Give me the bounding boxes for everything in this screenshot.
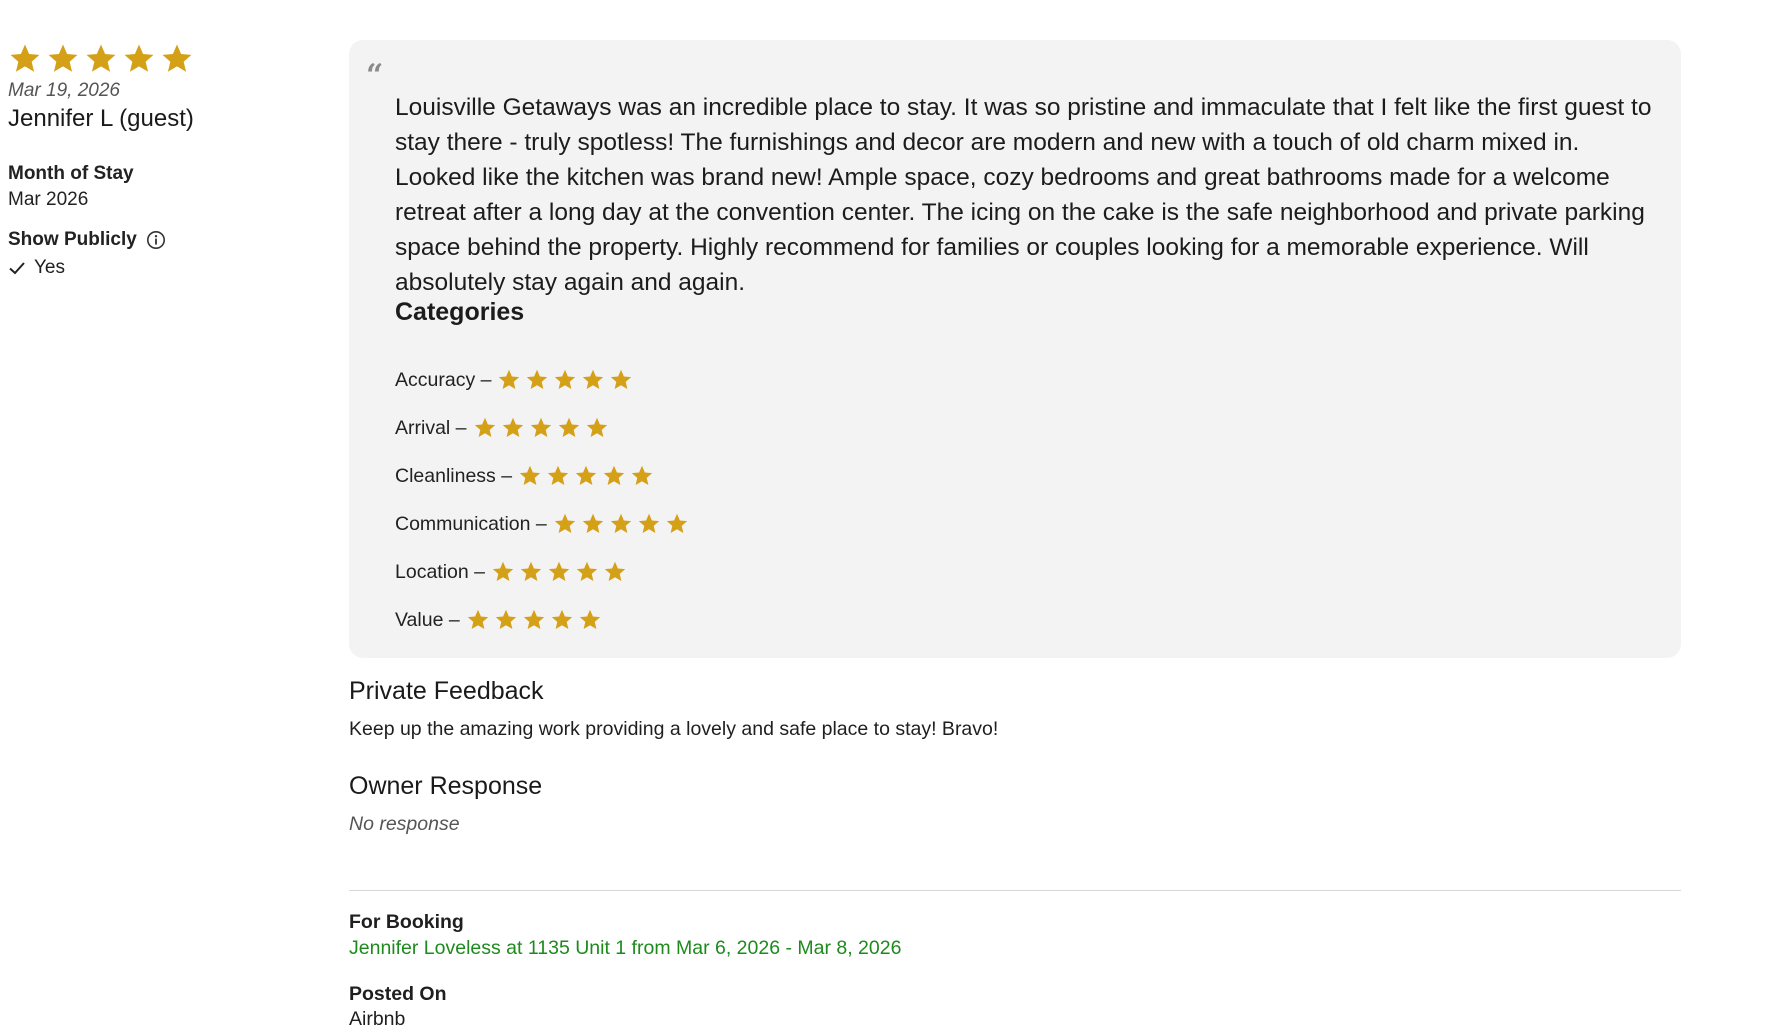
star-icon xyxy=(586,417,607,437)
category-rating-stars xyxy=(518,464,654,488)
star-icon xyxy=(551,609,572,629)
star-icon xyxy=(520,561,542,581)
star-icon xyxy=(499,369,520,389)
star-icon xyxy=(638,513,659,533)
star-icon xyxy=(527,369,548,389)
category-rating-stars xyxy=(497,368,633,392)
categories-title: Categories xyxy=(395,298,525,326)
star-icon xyxy=(519,465,541,485)
star-icon xyxy=(492,561,514,581)
star-icon xyxy=(474,417,495,437)
category-rating-stars xyxy=(466,608,602,632)
star-icon xyxy=(666,513,687,533)
category-label: Accuracy – xyxy=(395,368,492,391)
star-icon xyxy=(495,609,516,629)
month-of-stay-label: Month of Stay xyxy=(8,163,134,184)
private-feedback-text: Keep up the amazing work providing a lov… xyxy=(349,718,999,740)
star-icon xyxy=(502,417,523,437)
star-icon xyxy=(583,369,604,389)
category-row: Arrival – xyxy=(395,404,609,452)
star-icon xyxy=(548,561,570,581)
star-icon xyxy=(604,561,626,581)
review-card: “ Louisville Getaways was an incredible … xyxy=(349,40,1681,658)
owner-response-title: Owner Response xyxy=(349,772,543,800)
star-icon xyxy=(10,44,40,72)
month-of-stay-value: Mar 2026 xyxy=(8,189,89,210)
show-publicly-label: Show Publicly xyxy=(8,229,137,250)
star-icon xyxy=(603,465,625,485)
category-row: Cleanliness – xyxy=(395,452,654,500)
star-icon xyxy=(582,513,603,533)
star-icon xyxy=(523,609,544,629)
star-icon xyxy=(610,513,631,533)
category-label: Value – xyxy=(395,608,460,631)
category-label: Communication – xyxy=(395,512,547,535)
category-label: Location – xyxy=(395,560,485,583)
category-label: Arrival – xyxy=(395,416,467,439)
review-meta-column: Mar 19, 2026 Jennifer L (guest) Month of… xyxy=(8,42,308,279)
info-icon[interactable] xyxy=(146,230,166,250)
posted-on-label: Posted On xyxy=(349,983,447,1005)
star-icon xyxy=(576,561,598,581)
posted-on-value: Airbnb xyxy=(349,1008,406,1030)
divider xyxy=(349,890,1681,891)
category-row: Communication – xyxy=(395,500,689,548)
category-row: Location – xyxy=(395,548,627,596)
star-icon xyxy=(124,44,154,72)
category-row: Value – xyxy=(395,596,602,644)
overall-rating-stars xyxy=(8,42,308,76)
quote-icon: “ xyxy=(366,58,384,93)
category-row: Accuracy – xyxy=(395,356,633,404)
star-icon xyxy=(554,513,575,533)
star-icon xyxy=(575,465,597,485)
star-icon xyxy=(162,44,192,72)
category-rating-stars xyxy=(491,560,627,584)
review-text: Louisville Getaways was an incredible pl… xyxy=(395,94,1652,296)
star-icon xyxy=(547,465,569,485)
owner-response-text: No response xyxy=(349,813,460,835)
star-icon xyxy=(555,369,576,389)
category-rating-stars xyxy=(553,512,689,536)
star-icon xyxy=(86,44,116,72)
star-icon xyxy=(631,465,653,485)
for-booking-label: For Booking xyxy=(349,911,464,933)
check-icon xyxy=(8,259,26,277)
star-icon xyxy=(467,609,488,629)
review-date: Mar 19, 2026 xyxy=(8,80,120,101)
private-feedback-title: Private Feedback xyxy=(349,677,544,705)
star-icon xyxy=(48,44,78,72)
show-publicly-value: Yes xyxy=(34,257,65,278)
category-label: Cleanliness – xyxy=(395,464,513,487)
star-icon xyxy=(530,417,551,437)
star-icon xyxy=(579,609,600,629)
star-icon xyxy=(558,417,579,437)
booking-link[interactable]: Jennifer Loveless at 1135 Unit 1 from Ma… xyxy=(349,937,901,960)
star-icon xyxy=(611,369,632,389)
guest-name: Jennifer L (guest) xyxy=(8,105,194,132)
category-rating-stars xyxy=(473,416,609,440)
